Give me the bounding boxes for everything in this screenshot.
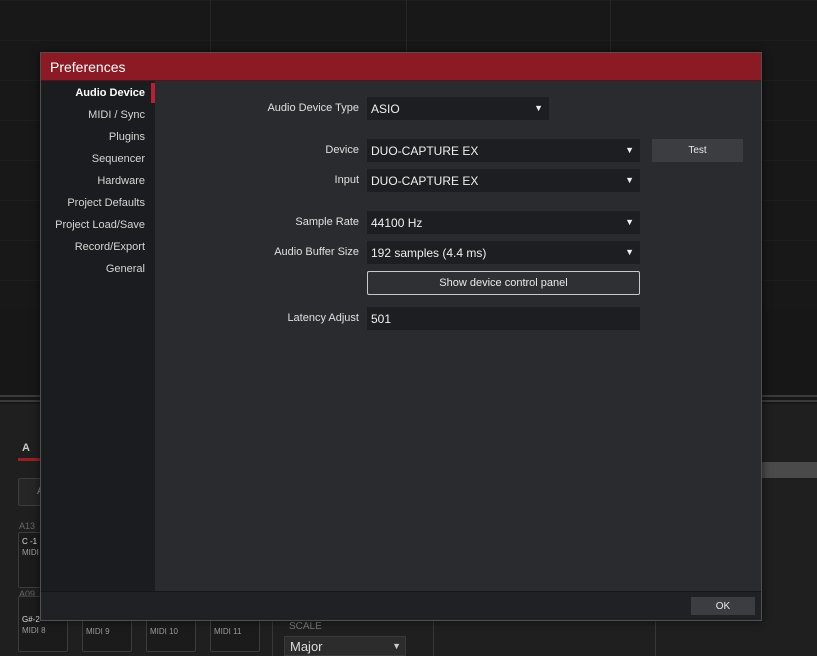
scale-value: Major: [290, 639, 323, 654]
sidebar-item-sequencer[interactable]: Sequencer: [92, 153, 145, 165]
latency-adjust-label: Latency Adjust: [287, 312, 359, 324]
sidebar-item-project-load-save[interactable]: Project Load/Save: [55, 219, 145, 231]
dropdown-arrow-icon: ▼: [625, 175, 634, 185]
dropdown-arrow-icon: ▼: [392, 641, 401, 651]
tab-indicator: [18, 458, 42, 461]
input-value: DUO-CAPTURE EX: [371, 174, 479, 188]
dialog-footer: OK: [41, 591, 761, 620]
pad-midi: MIDI 10: [150, 627, 179, 636]
input-select[interactable]: DUO-CAPTURE EX ▼: [367, 169, 640, 192]
preferences-sidebar: Audio Device MIDI / Sync Plugins Sequenc…: [41, 81, 155, 591]
buffer-size-select[interactable]: 192 samples (4.4 ms) ▼: [367, 241, 640, 264]
device-value: DUO-CAPTURE EX: [371, 144, 479, 158]
latency-adjust-input[interactable]: 501: [367, 307, 640, 330]
scale-label: SCALE: [289, 621, 322, 632]
pad-midi: MIDI 11: [214, 627, 242, 636]
dropdown-arrow-icon: ▼: [625, 217, 634, 227]
sample-rate-value: 44100 Hz: [371, 216, 423, 230]
sample-rate-select[interactable]: 44100 Hz ▼: [367, 211, 640, 234]
dropdown-arrow-icon: ▼: [534, 103, 543, 113]
test-button[interactable]: Test: [652, 139, 743, 162]
sidebar-item-plugins[interactable]: Plugins: [109, 131, 145, 143]
sidebar-item-hardware[interactable]: Hardware: [97, 175, 145, 187]
audio-device-panel: Audio Device Type ASIO ▼ Device DUO-CAPT…: [155, 81, 761, 591]
dropdown-arrow-icon: ▼: [625, 247, 634, 257]
audio-device-type-value: ASIO: [371, 102, 400, 116]
pad-midi: MIDI 9: [86, 627, 110, 636]
buffer-size-label: Audio Buffer Size: [274, 246, 359, 258]
sidebar-item-record-export[interactable]: Record/Export: [75, 241, 145, 253]
sample-rate-label: Sample Rate: [295, 216, 359, 228]
dialog-title-bar[interactable]: Preferences: [41, 53, 761, 81]
audio-device-type-select[interactable]: ASIO ▼: [367, 97, 549, 120]
audio-device-type-label: Audio Device Type: [267, 102, 359, 114]
sidebar-item-midi-sync[interactable]: MIDI / Sync: [88, 109, 145, 121]
device-label: Device: [325, 144, 359, 156]
scale-select[interactable]: Major ▼: [284, 636, 406, 656]
buffer-size-value: 192 samples (4.4 ms): [371, 246, 487, 260]
dropdown-arrow-icon: ▼: [625, 145, 634, 155]
pad-bank-tab[interactable]: A: [22, 442, 30, 454]
sidebar-item-general[interactable]: General: [106, 263, 145, 275]
pad-midi: MIDI 8: [22, 626, 46, 635]
dialog-title: Preferences: [50, 59, 126, 75]
input-label: Input: [334, 174, 359, 186]
device-select[interactable]: DUO-CAPTURE EX ▼: [367, 139, 640, 162]
ok-button[interactable]: OK: [691, 597, 755, 615]
row-label: A13: [19, 521, 36, 531]
sidebar-item-project-defaults[interactable]: Project Defaults: [67, 197, 145, 209]
show-device-control-panel-button[interactable]: Show device control panel: [367, 271, 640, 295]
preferences-dialog: Preferences Audio Device MIDI / Sync Plu…: [40, 52, 762, 621]
sidebar-item-audio-device[interactable]: Audio Device: [75, 87, 145, 99]
scroll-bar[interactable]: [760, 462, 817, 478]
